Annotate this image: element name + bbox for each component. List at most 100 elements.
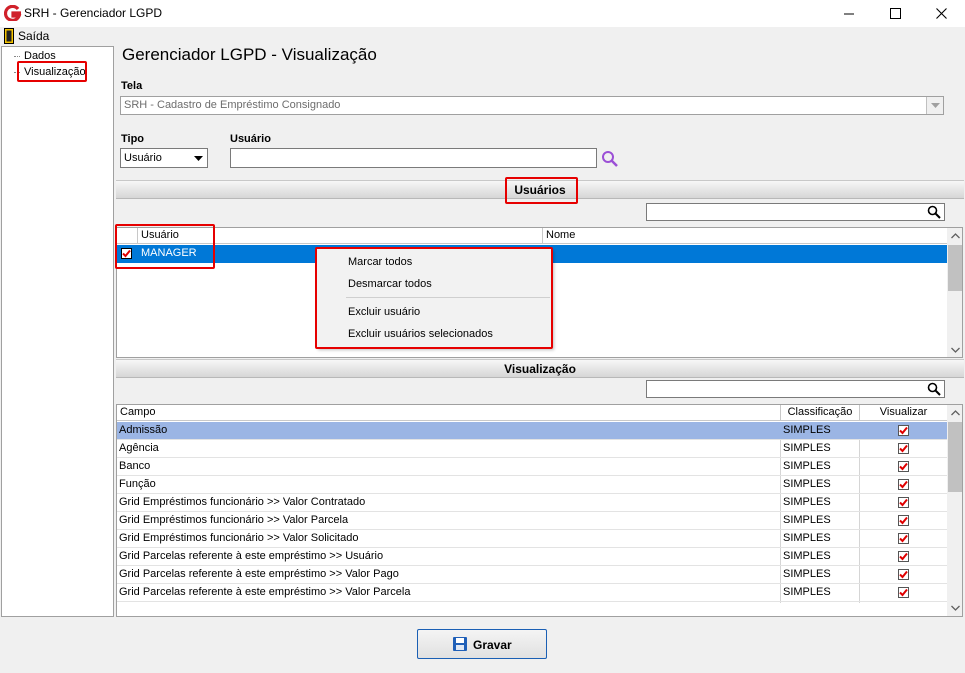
tela-combobox-value: SRH - Cadastro de Empréstimo Consignado	[124, 99, 341, 111]
column-header-visualizar[interactable]: Visualizar	[860, 405, 947, 421]
visualizar-checkbox[interactable]	[898, 551, 909, 562]
menu-bar	[0, 27, 965, 46]
checkmark-icon	[899, 588, 908, 597]
row-campo: Grid Empréstimos funcionário >> Valor Co…	[119, 496, 366, 508]
tipo-label: Tipo	[121, 133, 145, 145]
usuario-filter-label: Usuário	[230, 133, 271, 145]
page-title: Gerenciador LGPD - Visualização	[122, 45, 377, 64]
table-row[interactable]: Função SIMPLES	[117, 476, 947, 494]
navigation-tree	[1, 46, 114, 617]
checkmark-icon	[899, 462, 908, 471]
maximize-icon	[889, 8, 901, 19]
visualizar-checkbox[interactable]	[898, 461, 909, 472]
row-classificacao: SIMPLES	[783, 514, 831, 526]
scrollbar-thumb[interactable]	[948, 422, 962, 492]
view-grid: Campo Classificação Visualizar Admissão S…	[116, 404, 963, 617]
visualizar-checkbox[interactable]	[898, 497, 909, 508]
highlight-box	[315, 247, 553, 349]
checkmark-icon	[899, 444, 908, 453]
row-campo: Agência	[119, 442, 159, 454]
row-campo: Admissão	[119, 424, 168, 436]
search-icon[interactable]	[601, 150, 619, 168]
table-row[interactable]: Grid Empréstimos funcionário >> Valor Pa…	[117, 512, 947, 530]
scroll-down-icon[interactable]	[951, 605, 960, 611]
row-classificacao: SIMPLES	[783, 442, 831, 454]
users-grid-scrollbar[interactable]	[947, 228, 962, 357]
window-title: SRH - Gerenciador LGPD	[24, 6, 163, 20]
visualizar-checkbox[interactable]	[898, 533, 909, 544]
table-row[interactable]: Grid Parcelas referente à este empréstim…	[117, 548, 947, 566]
scroll-down-icon[interactable]	[951, 347, 960, 353]
visualizar-checkbox[interactable]	[898, 569, 909, 580]
row-classificacao: SIMPLES	[783, 460, 831, 472]
column-header-nome[interactable]: Nome	[543, 228, 947, 244]
table-row[interactable]: Grid Parcelas referente à este empréstim…	[117, 584, 947, 602]
table-row[interactable]: Agência SIMPLES	[117, 440, 947, 458]
table-row[interactable]: Grid Empréstimos funcionário >> Valor Co…	[117, 494, 947, 512]
view-grid-scrollbar[interactable]	[947, 405, 962, 616]
tela-combobox[interactable]: SRH - Cadastro de Empréstimo Consignado	[120, 96, 944, 115]
floppy-disk-icon	[453, 637, 467, 651]
tela-dropdown-arrow[interactable]	[926, 97, 943, 114]
table-row[interactable]: Banco SIMPLES	[117, 458, 947, 476]
table-row[interactable]: Grid Parcelas referente à este empréstim…	[117, 566, 947, 584]
usuario-filter-input[interactable]	[230, 148, 597, 168]
maximize-button[interactable]	[872, 0, 918, 27]
search-icon[interactable]	[927, 382, 941, 396]
checkmark-icon	[899, 516, 908, 525]
highlight-box	[115, 224, 215, 269]
visualizar-checkbox[interactable]	[898, 587, 909, 598]
row-classificacao: SIMPLES	[783, 478, 831, 490]
tipo-dropdown-arrow[interactable]	[190, 149, 207, 167]
table-row[interactable]: Admissão SIMPLES	[117, 422, 947, 440]
close-icon	[935, 8, 947, 19]
checkmark-icon	[899, 534, 908, 543]
row-classificacao: SIMPLES	[783, 550, 831, 562]
checkmark-icon	[899, 426, 908, 435]
chevron-down-icon	[930, 103, 940, 108]
highlight-box	[17, 61, 87, 82]
save-button-label: Gravar	[473, 638, 512, 652]
row-campo: Grid Empréstimos funcionário >> Valor So…	[119, 532, 359, 544]
view-section-header: Visualização	[116, 359, 964, 378]
view-search-input[interactable]	[646, 380, 945, 398]
exit-door-icon	[4, 28, 14, 44]
row-campo: Grid Parcelas referente à este empréstim…	[119, 568, 399, 580]
visualizar-checkbox[interactable]	[898, 515, 909, 526]
row-campo: Grid Parcelas referente à este empréstim…	[119, 586, 411, 598]
checkmark-icon	[899, 480, 908, 489]
view-grid-header: Campo Classificação Visualizar	[117, 405, 947, 421]
save-button[interactable]: Gravar	[417, 629, 547, 659]
scrollbar-thumb[interactable]	[948, 245, 962, 291]
row-classificacao: SIMPLES	[783, 532, 831, 544]
row-classificacao: SIMPLES	[783, 496, 831, 508]
scroll-up-icon[interactable]	[951, 410, 960, 416]
users-search-input[interactable]	[646, 203, 945, 221]
row-classificacao: SIMPLES	[783, 424, 831, 436]
tipo-combobox-value: Usuário	[124, 152, 162, 164]
tela-label: Tela	[121, 80, 143, 92]
scroll-up-icon[interactable]	[951, 233, 960, 239]
row-campo: Função	[119, 478, 156, 490]
menu-exit[interactable]: Saída	[18, 29, 49, 43]
row-classificacao: SIMPLES	[783, 586, 831, 598]
visualizar-checkbox[interactable]	[898, 425, 909, 436]
tipo-combobox[interactable]: Usuário	[120, 148, 208, 168]
column-header-campo[interactable]: Campo	[117, 405, 781, 421]
table-row[interactable]: Grid Empréstimos funcionário >> Valor So…	[117, 530, 947, 548]
visualizar-checkbox[interactable]	[898, 479, 909, 490]
app-logo-icon	[4, 5, 22, 21]
close-button[interactable]	[918, 0, 964, 27]
column-header-classificacao[interactable]: Classificação	[781, 405, 860, 421]
minimize-icon	[843, 13, 854, 15]
view-section-title: Visualização	[504, 362, 576, 376]
checkmark-icon	[899, 552, 908, 561]
search-icon[interactable]	[927, 205, 941, 219]
view-grid-body: Admissão SIMPLES Agência SIMPLES Banco SIMPLE…	[117, 422, 947, 603]
minimize-button[interactable]	[826, 0, 872, 27]
checkmark-icon	[899, 570, 908, 579]
visualizar-checkbox[interactable]	[898, 443, 909, 454]
row-campo: Banco	[119, 460, 151, 472]
row-campo: Grid Empréstimos funcionário >> Valor Pa…	[119, 514, 349, 526]
row-classificacao: SIMPLES	[783, 568, 831, 580]
